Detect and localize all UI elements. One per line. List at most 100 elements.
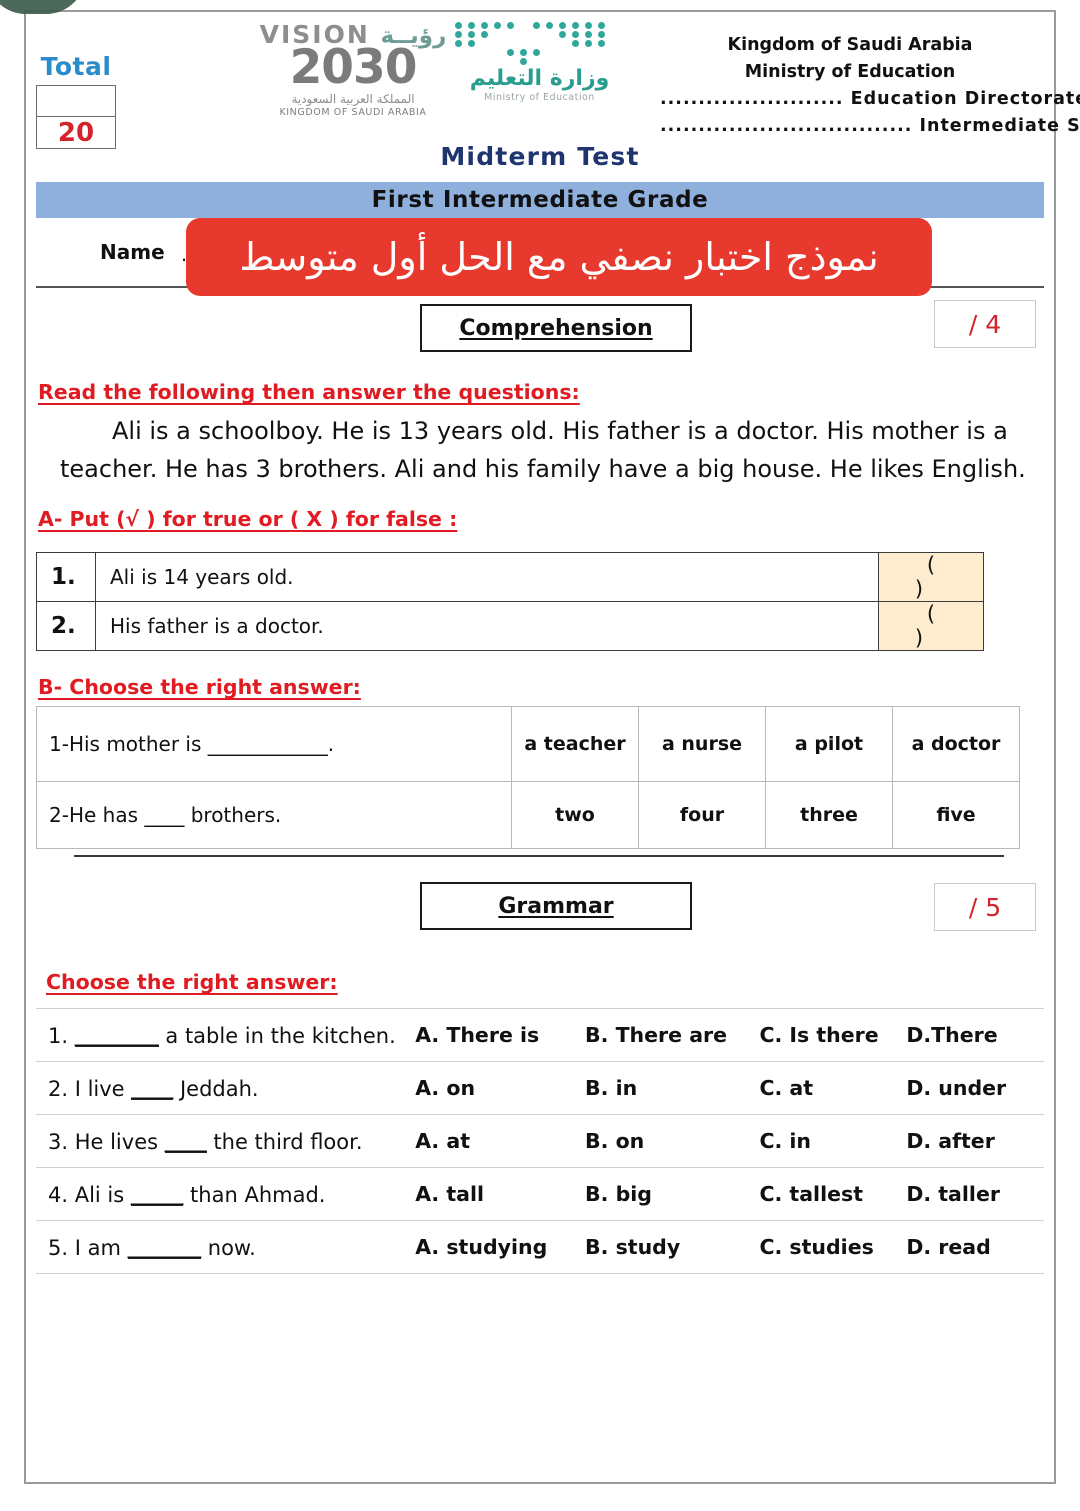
answer-blank[interactable]: ________ — [74, 1022, 159, 1047]
question-text-before: 5. I am — [48, 1236, 128, 1260]
institution-header: Kingdom of Saudi Arabia Ministry of Educ… — [660, 32, 1080, 141]
answer-blank[interactable]: ____ — [164, 1128, 207, 1153]
grammar-option[interactable]: A. at — [415, 1129, 585, 1153]
grammar-option[interactable]: C. at — [759, 1076, 906, 1100]
grammar-row: 2. I live ____ Jeddah. A. on B. in C. at… — [36, 1061, 1044, 1114]
choice-option[interactable]: two — [511, 781, 639, 849]
grammar-option[interactable]: B. study — [585, 1235, 759, 1259]
question-text-after: a table in the kitchen. — [158, 1024, 396, 1048]
vision-sub-en: KINGDOM OF SAUDI ARABIA — [279, 106, 427, 118]
question-text-before: 3. He lives — [48, 1130, 165, 1154]
question-text-before: 4. Ali is — [48, 1183, 131, 1207]
choice-question: 2-He has ____ brothers. — [36, 781, 512, 849]
institution-line: ................................. Interm… — [660, 116, 1080, 137]
vision-2030-logo: VISION رؤيــة 2030 المملكة العربية السعو… — [258, 22, 448, 118]
grammar-row: 1. ________ a table in the kitchen. A. T… — [36, 1008, 1044, 1061]
table-row: 1-His mother is ____________. a teacher … — [36, 706, 1020, 782]
tf-statement: His father is a doctor. — [95, 601, 879, 651]
grammar-option[interactable]: D. under — [906, 1076, 1044, 1100]
moe-dot-pattern-icon — [452, 20, 627, 65]
question-text-after: Jeddah. — [173, 1077, 259, 1101]
moe-name-ar: وزارة التعليم — [469, 66, 610, 91]
choice-option[interactable]: a nurse — [638, 706, 766, 782]
arabic-banner-text: نموذج اختبار نصفي مع الحل أول متوسط — [239, 235, 879, 279]
total-grid: 20 — [36, 85, 116, 149]
question-text-after: now. — [201, 1236, 256, 1260]
total-label: Total — [40, 52, 112, 81]
total-blank-cell[interactable] — [37, 86, 115, 117]
name-label: Name — [100, 240, 165, 264]
grammar-option[interactable]: C. in — [759, 1129, 906, 1153]
choice-option[interactable]: five — [892, 781, 1020, 849]
table-row: 2-He has ____ brothers. two four three f… — [36, 781, 1020, 849]
institution-line: Kingdom of Saudi Arabia — [727, 35, 973, 55]
grammar-option[interactable]: D.There — [906, 1023, 1044, 1047]
grammar-option[interactable]: A. on — [415, 1076, 585, 1100]
grammar-section-title: Grammar — [498, 893, 614, 919]
table-row: 2. His father is a doctor. ( ) — [36, 601, 984, 651]
grammar-question: 3. He lives ____ the third floor. — [36, 1128, 415, 1154]
grammar-option[interactable]: C. Is there — [759, 1023, 906, 1047]
question-text-before: 1. — [48, 1024, 75, 1048]
part-b-instruction: B- Choose the right answer: — [38, 675, 361, 699]
tf-number: 2. — [36, 601, 96, 651]
choice-option[interactable]: three — [765, 781, 893, 849]
vision-year: 2030 — [289, 40, 418, 95]
answer-blank[interactable]: ____ — [131, 1075, 174, 1100]
grammar-option[interactable]: B. on — [585, 1129, 759, 1153]
tf-answer-cell[interactable]: ( ) — [878, 601, 984, 651]
institution-line: Ministry of Education — [744, 62, 956, 83]
grammar-instruction: Choose the right answer: — [46, 970, 338, 994]
total-score-box: Total 20 — [36, 52, 116, 149]
choice-option[interactable]: four — [638, 781, 766, 849]
choice-option[interactable]: a pilot — [765, 706, 893, 782]
grammar-section-box: Grammar — [420, 882, 692, 930]
true-false-table: 1. Ali is 14 years old. ( ) 2. His fathe… — [36, 552, 984, 651]
question-text-after: the third floor. — [206, 1130, 363, 1154]
grammar-row: 5. I am _______ now. A. studying B. stud… — [36, 1220, 1044, 1274]
reading-passage: Ali is a schoolboy. He is 13 years old. … — [60, 412, 1040, 489]
answer-blank[interactable]: _____ — [130, 1181, 184, 1206]
ministry-of-education-logo: وزارة التعليم Ministry of Education — [452, 20, 627, 103]
comprehension-section-title: Comprehension — [459, 315, 653, 341]
comprehension-section-box: Comprehension — [420, 304, 692, 352]
grammar-question: 4. Ali is _____ than Ahmad. — [36, 1181, 415, 1207]
tf-statement: Ali is 14 years old. — [95, 552, 879, 602]
choice-option[interactable]: a teacher — [511, 706, 639, 782]
grammar-option[interactable]: C. studies — [759, 1235, 906, 1259]
choice-option[interactable]: a doctor — [892, 706, 1020, 782]
grammar-option[interactable]: D. after — [906, 1129, 1044, 1153]
grammar-option[interactable]: D. read — [906, 1235, 1044, 1259]
grammar-question: 2. I live ____ Jeddah. — [36, 1075, 415, 1101]
passage-text: Ali is a schoolboy. He is 13 years old. … — [60, 417, 1026, 484]
grammar-option[interactable]: B. big — [585, 1182, 759, 1206]
comprehension-mark-box[interactable]: / 4 — [934, 300, 1036, 348]
tf-answer-cell[interactable]: ( ) — [878, 552, 984, 602]
moe-name-en: Ministry of Education — [484, 92, 595, 103]
table-row: 1. Ali is 14 years old. ( ) — [36, 552, 984, 602]
grammar-option[interactable]: A. studying — [415, 1235, 585, 1259]
grammar-option[interactable]: B. in — [585, 1076, 759, 1100]
read-instruction: Read the following then answer the quest… — [38, 380, 580, 404]
grammar-option[interactable]: B. There are — [585, 1023, 759, 1047]
part-a-instruction: A- Put (√ ) for true or ( X ) for false … — [38, 507, 458, 531]
grammar-option[interactable]: D. taller — [906, 1182, 1044, 1206]
institution-line: ........................ Education Direc… — [660, 89, 1080, 110]
tf-number: 1. — [36, 552, 96, 602]
answer-blank[interactable]: _______ — [127, 1234, 202, 1259]
question-text-before: 2. I live — [48, 1077, 132, 1101]
grammar-option[interactable]: C. tallest — [759, 1182, 906, 1206]
exam-title: Midterm Test — [440, 142, 640, 171]
choice-question: 1-His mother is ____________. — [36, 706, 512, 782]
grammar-question: 5. I am _______ now. — [36, 1234, 415, 1260]
grammar-row: 4. Ali is _____ than Ahmad. A. tall B. b… — [36, 1167, 1044, 1220]
grade-banner: First Intermediate Grade — [36, 182, 1044, 218]
section-divider — [74, 855, 1004, 857]
comprehension-choice-table: 1-His mother is ____________. a teacher … — [36, 706, 1020, 849]
grammar-mark-box[interactable]: / 5 — [934, 883, 1036, 931]
grammar-row: 3. He lives ____ the third floor. A. at … — [36, 1114, 1044, 1167]
grammar-option[interactable]: A. tall — [415, 1182, 585, 1206]
arabic-overlay-banner: نموذج اختبار نصفي مع الحل أول متوسط — [186, 218, 932, 296]
grammar-option[interactable]: A. There is — [415, 1023, 585, 1047]
grammar-question: 1. ________ a table in the kitchen. — [36, 1022, 415, 1048]
